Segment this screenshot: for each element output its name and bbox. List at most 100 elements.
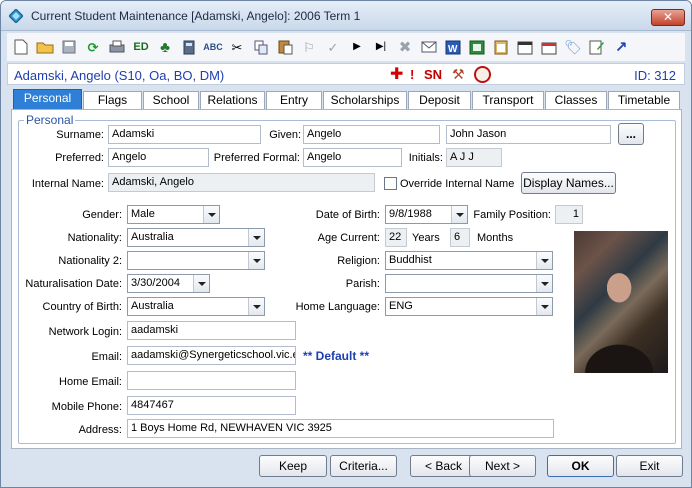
spellcheck-icon[interactable]: ABC (203, 37, 223, 57)
criteria-button[interactable]: Criteria... (330, 455, 397, 477)
calendar-icon[interactable] (515, 37, 535, 57)
paste-icon[interactable] (275, 37, 295, 57)
age-current-label: Age Current: (317, 232, 380, 244)
religion-value: Buddhist (389, 254, 432, 266)
mail-icon[interactable] (419, 37, 439, 57)
network-login-field[interactable]: aadamski (127, 321, 296, 340)
nationality-label: Nationality: (67, 232, 122, 244)
tab-deposit[interactable]: Deposit (408, 91, 471, 109)
jump-arrow-icon[interactable]: ↗ (611, 37, 631, 57)
chevron-down-icon[interactable] (451, 206, 467, 223)
alert-icon[interactable]: ! (410, 67, 424, 82)
exit-button[interactable]: Exit (616, 455, 683, 477)
app-diamond-icon (9, 9, 23, 23)
surname-field[interactable]: Adamski (108, 125, 261, 144)
tab-flags[interactable]: Flags (83, 91, 142, 109)
personal-group-legend: Personal (24, 113, 76, 127)
home-language-label: Home Language: (295, 301, 380, 313)
window: Current Student Maintenance [Adamski, An… (0, 0, 692, 488)
ed-icon[interactable]: ED (131, 37, 151, 57)
new-icon[interactable] (11, 37, 31, 57)
note-edit-icon[interactable] (587, 37, 607, 57)
excel-icon[interactable] (467, 37, 487, 57)
nationality2-select[interactable] (127, 251, 265, 270)
home-email-field[interactable] (127, 371, 296, 390)
copy-icon[interactable] (251, 37, 271, 57)
flag-outline-icon[interactable]: ⚐ (299, 37, 319, 57)
tab-scholarships[interactable]: Scholarships (323, 91, 407, 109)
chevron-down-icon[interactable] (248, 229, 264, 246)
tab-relations[interactable]: Relations (200, 91, 265, 109)
nationality-value: Australia (131, 231, 174, 243)
timetable-icon[interactable] (539, 37, 559, 57)
date-of-birth-label: Date of Birth: (315, 209, 380, 221)
student-info-bar: Adamski, Angelo (S10, Oa, BO, DM) ✚ ! SN… (7, 63, 685, 85)
nationality-select[interactable]: Australia (127, 228, 265, 247)
next-arrow-icon[interactable]: ▶ (347, 37, 367, 57)
tag-icon[interactable]: 🏷 (563, 37, 583, 57)
parish-select[interactable] (385, 274, 553, 293)
tab-timetable[interactable]: Timetable (608, 91, 680, 109)
open-icon[interactable] (35, 37, 55, 57)
keep-button[interactable]: Keep (259, 455, 327, 477)
ok-button[interactable]: OK (547, 455, 614, 477)
naturalisation-date-picker[interactable]: 3/30/2004 (127, 274, 210, 293)
display-names-button[interactable]: Display Names... (521, 172, 616, 194)
red-cross-icon[interactable]: ✚ (390, 66, 403, 84)
mobile-phone-label: Mobile Phone: (51, 401, 122, 413)
back-button[interactable]: < Back (410, 455, 477, 477)
mobile-phone-field[interactable]: 4847467 (127, 396, 296, 415)
tab-transport[interactable]: Transport (472, 91, 544, 109)
country-of-birth-value: Australia (131, 300, 174, 312)
naturalisation-date-value: 3/30/2004 (131, 277, 180, 289)
gender-select[interactable]: Male (127, 205, 220, 224)
email-field[interactable]: aadamski@Synergeticschool.vic.edu.au (127, 346, 296, 365)
calculator-icon[interactable] (179, 37, 199, 57)
chevron-down-icon[interactable] (203, 206, 219, 223)
address-field[interactable]: 1 Boys Home Rd, NEWHAVEN VIC 3925 (127, 419, 554, 438)
close-button[interactable]: ✕ (651, 9, 685, 26)
tab-personal[interactable]: Personal (13, 89, 82, 110)
country-of-birth-select[interactable]: Australia (127, 297, 265, 316)
clipboard-icon[interactable] (491, 37, 511, 57)
word-icon[interactable]: W (443, 37, 463, 57)
tab-school[interactable]: School (143, 91, 199, 109)
check-icon[interactable]: ✓ (323, 37, 343, 57)
months-label: Months (477, 232, 514, 244)
preferred-formal-field[interactable]: Angelo (303, 148, 402, 167)
preferred-field[interactable]: Angelo (108, 148, 209, 167)
home-language-select[interactable]: ENG (385, 297, 553, 316)
tab-classes[interactable]: Classes (545, 91, 607, 109)
chevron-down-icon[interactable] (536, 275, 552, 292)
hammer-icon[interactable]: ⚒ (452, 66, 465, 83)
chevron-down-icon[interactable] (193, 275, 209, 292)
internal-name-label: Internal Name: (31, 178, 104, 190)
chevron-down-icon[interactable] (536, 298, 552, 315)
chevron-down-icon[interactable] (248, 298, 264, 315)
religion-select[interactable]: Buddhist (385, 251, 553, 270)
tab-entry[interactable]: Entry (266, 91, 322, 109)
save-icon[interactable] (59, 37, 79, 57)
address-label: Address: (78, 424, 122, 436)
gender-value: Male (131, 208, 155, 220)
last-arrow-icon[interactable]: ▶| (371, 37, 391, 57)
override-internal-name-checkbox[interactable] (384, 177, 397, 190)
tortoise-icon[interactable] (474, 66, 491, 83)
middle-names-field[interactable]: John Jason (446, 125, 611, 144)
tree-icon[interactable]: ♣ (155, 37, 175, 57)
title-bar[interactable]: Current Student Maintenance [Adamski, An… (1, 1, 691, 31)
chevron-down-icon[interactable] (248, 252, 264, 269)
more-names-button[interactable]: ... (618, 123, 644, 145)
family-position-field: 1 (555, 205, 583, 224)
delete-icon[interactable]: ✖ (395, 37, 415, 57)
print-icon[interactable] (107, 37, 127, 57)
student-id: ID: 312 (634, 68, 676, 83)
date-of-birth-picker[interactable]: 9/8/1988 (385, 205, 468, 224)
chevron-down-icon[interactable] (536, 252, 552, 269)
refresh-icon[interactable]: ⟳ (83, 37, 103, 57)
next-button[interactable]: Next > (469, 455, 536, 477)
given-field[interactable]: Angelo (303, 125, 440, 144)
sn-label[interactable]: SN (424, 67, 442, 82)
cut-icon[interactable]: ✂ (227, 37, 247, 57)
toolbar: ⟳ ED ♣ ABC ✂ ⚐ ✓ ▶ ▶| ✖ W 🏷 ↗ (7, 33, 685, 61)
